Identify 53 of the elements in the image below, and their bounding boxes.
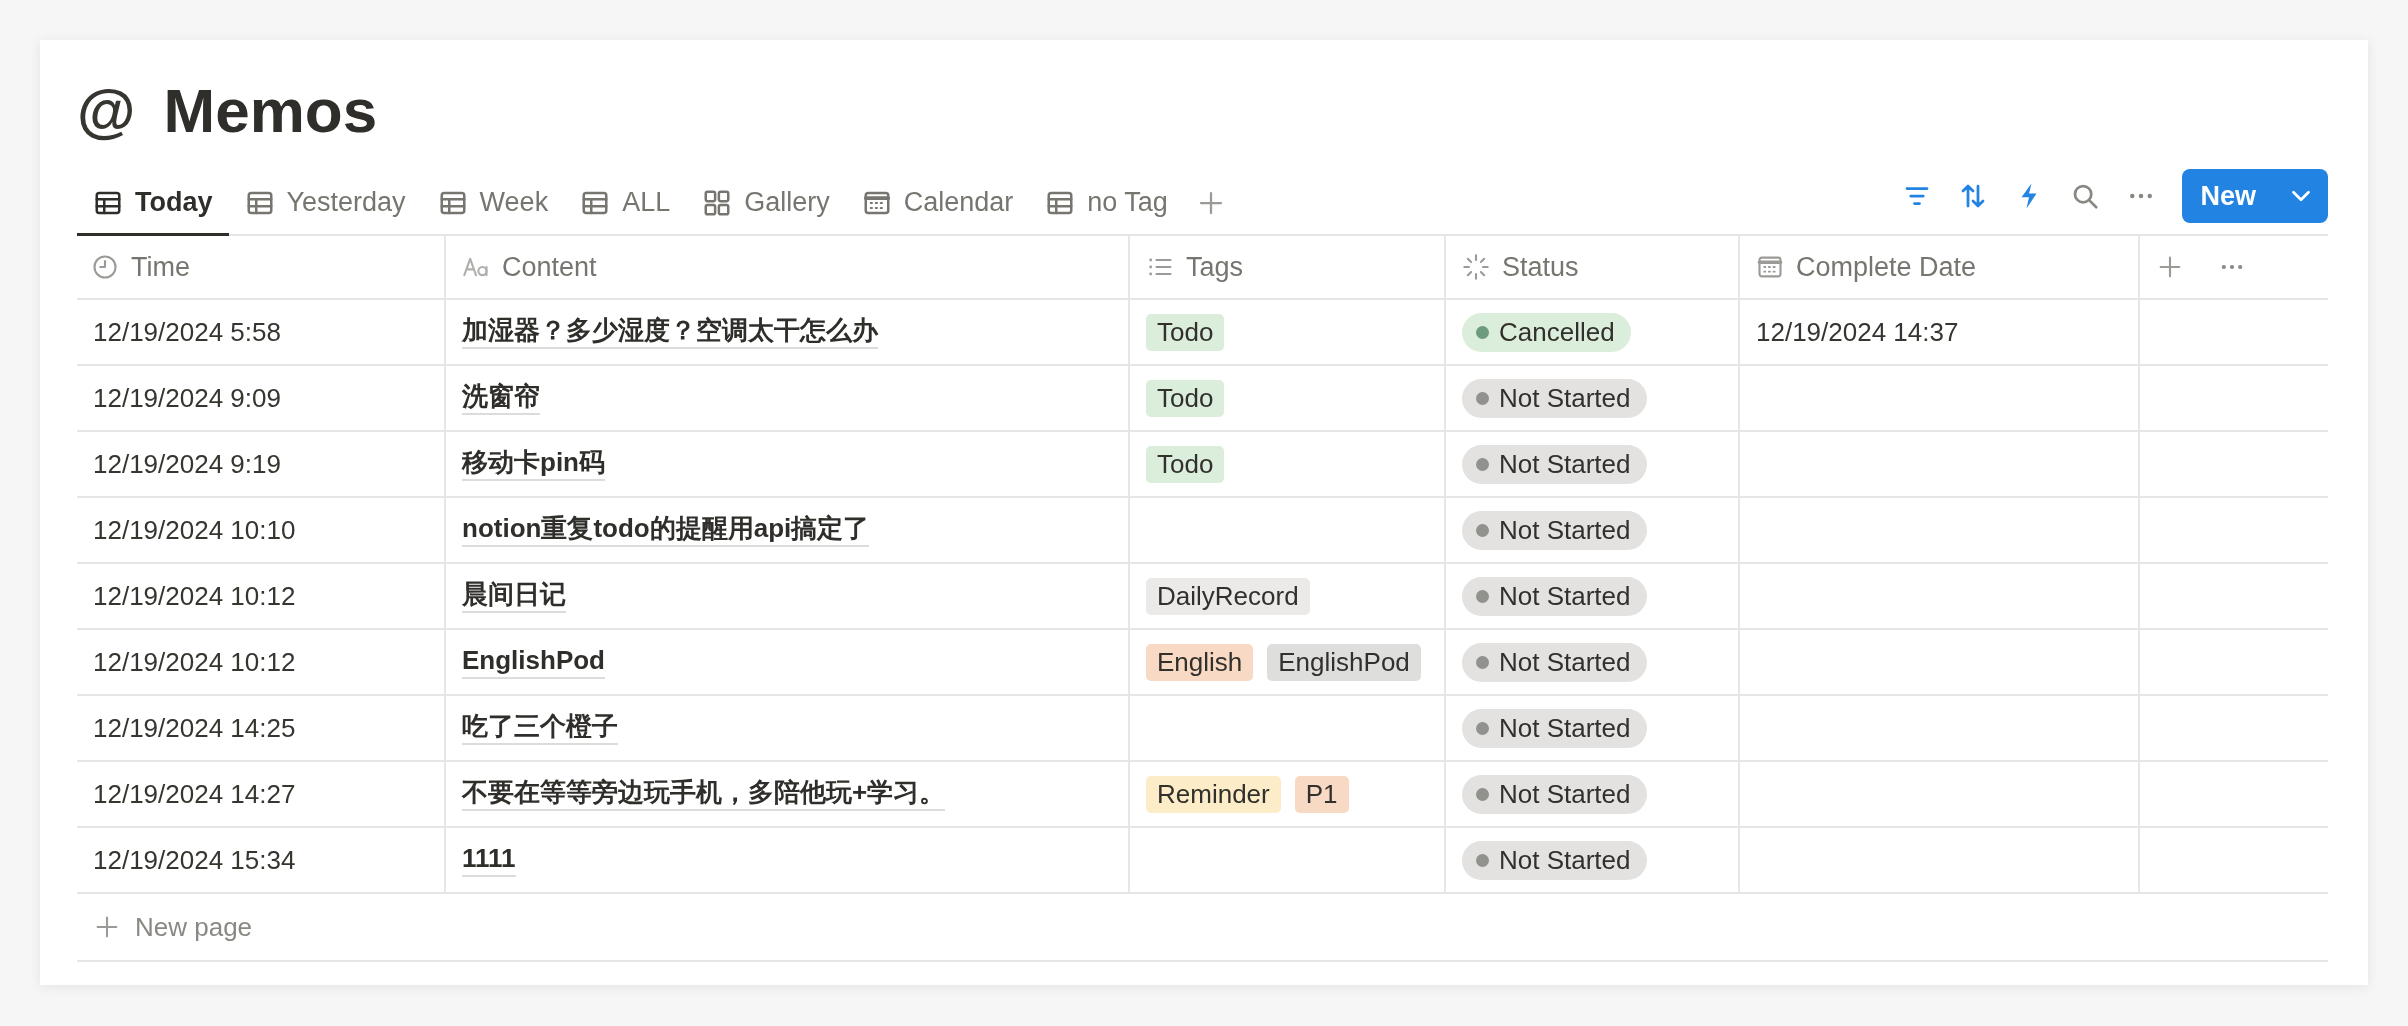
tag: Todo [1146, 379, 1225, 417]
page-link[interactable]: 不要在等等旁边玩手机，多陪他玩+学习。 [462, 777, 946, 811]
page-link[interactable]: 晨间日记 [462, 579, 566, 613]
page-link[interactable]: notion重复todo的提醒用api搞定了 [462, 513, 870, 547]
status-pill: Not Started [1462, 642, 1647, 682]
tag: DailyRecord [1146, 577, 1310, 615]
status-pill: Not Started [1462, 510, 1647, 550]
tag: P1 [1294, 775, 1349, 813]
page-title: Memos [163, 74, 378, 146]
view-tab[interactable]: Week [421, 172, 565, 236]
view-tab[interactable]: ALL [564, 172, 687, 236]
table-cell: 12/19/2024 14:37 [1756, 316, 1959, 348]
table-cell: 12/19/2024 10:10 [77, 498, 446, 564]
page-link[interactable]: 1111 [462, 843, 516, 877]
table-cell: 12/19/2024 14:27 [77, 762, 446, 828]
column-header[interactable]: Time [77, 236, 446, 300]
view-tab[interactable]: Gallery [686, 172, 846, 236]
new-page-button[interactable]: New page [135, 911, 253, 943]
status-pill: Not Started [1462, 774, 1647, 814]
view-tab[interactable]: Yesterday [228, 172, 422, 236]
view-tab[interactable]: Calendar [845, 172, 1030, 236]
status-pill: Cancelled [1462, 312, 1631, 352]
table-cell: 12/19/2024 10:12 [77, 564, 446, 630]
tag: English [1146, 643, 1254, 681]
tag: Todo [1146, 445, 1225, 483]
table-cell: 12/19/2024 9:09 [77, 366, 446, 432]
status-pill: Not Started [1462, 378, 1647, 418]
table-cell: 12/19/2024 15:34 [77, 828, 446, 894]
tag: Reminder [1146, 775, 1281, 813]
column-header[interactable]: Status [1446, 236, 1740, 300]
view-tab[interactable]: Today [77, 172, 229, 236]
page-link[interactable]: 洗窗帘 [462, 381, 540, 415]
page-link[interactable]: 吃了三个橙子 [462, 711, 618, 745]
table-cell: 12/19/2024 14:25 [77, 696, 446, 762]
column-header[interactable]: Tags [1130, 236, 1446, 300]
table-cell: 12/19/2024 10:12 [77, 630, 446, 696]
loading-icon [1462, 253, 1490, 281]
column-header[interactable]: Content [446, 236, 1130, 300]
status-pill: Not Started [1462, 444, 1647, 484]
page-link[interactable]: 加湿器？多少湿度？空调太干怎么办 [462, 315, 878, 349]
view-tab[interactable]: no Tag [1029, 172, 1184, 236]
status-pill: Not Started [1462, 840, 1647, 880]
table-cell: 12/19/2024 5:58 [77, 300, 446, 366]
status-pill: Not Started [1462, 576, 1647, 616]
clock-icon [91, 253, 119, 281]
tag: EnglishPod [1267, 643, 1421, 681]
column-header[interactable]: Complete Date [1740, 236, 2140, 300]
tag: Todo [1146, 313, 1225, 351]
table-cell: 12/19/2024 9:19 [77, 432, 446, 498]
page-icon: @ [77, 75, 136, 145]
page-link[interactable]: EnglishPod [462, 645, 605, 679]
status-pill: Not Started [1462, 708, 1647, 748]
page-link[interactable]: 移动卡pin码 [462, 447, 605, 481]
